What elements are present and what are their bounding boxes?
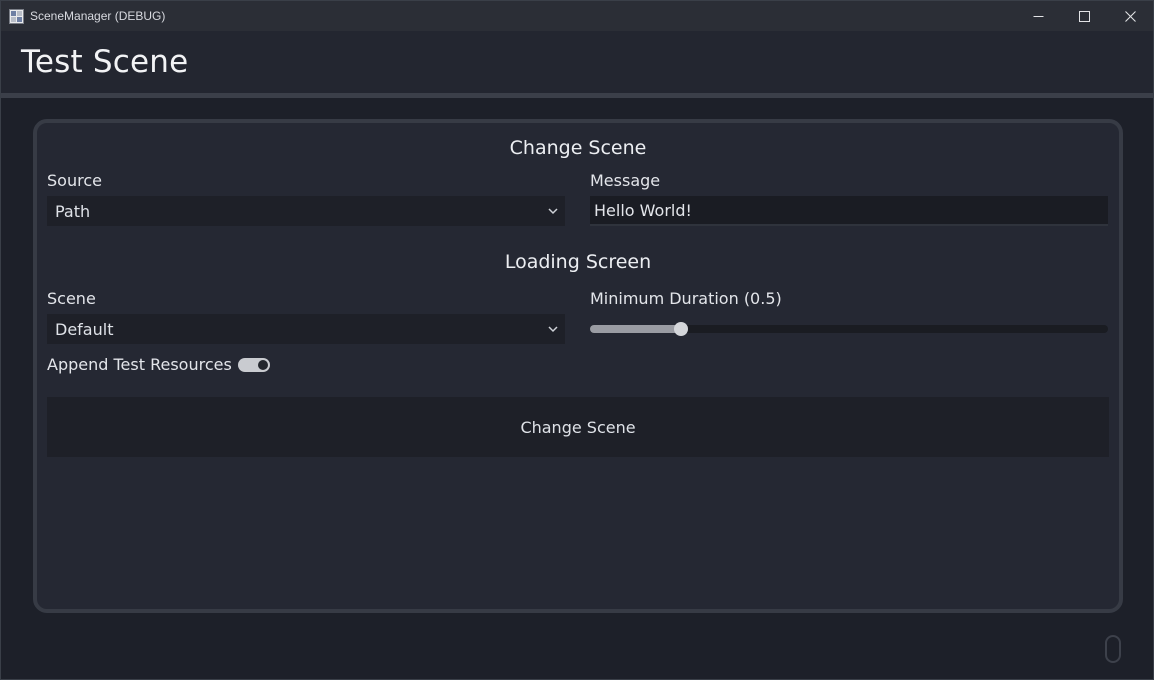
- source-label: Source: [47, 171, 102, 190]
- app-window: SceneManager (DEBUG) Test Scene Change S…: [0, 0, 1154, 680]
- close-button[interactable]: [1107, 1, 1153, 31]
- settings-panel: Change Scene Source Path Message Loading…: [33, 119, 1123, 613]
- maximize-button[interactable]: [1061, 1, 1107, 31]
- message-input[interactable]: [590, 196, 1108, 226]
- minimize-button[interactable]: [1015, 1, 1061, 31]
- close-icon: [1124, 10, 1136, 22]
- append-test-resources-label: Append Test Resources: [47, 355, 232, 374]
- maximize-icon: [1078, 10, 1090, 22]
- app-icon: [9, 8, 24, 24]
- loading-screen-heading: Loading Screen: [504, 251, 652, 273]
- scene-select-value: Default: [55, 319, 114, 339]
- window-title: SceneManager (DEBUG): [30, 9, 166, 23]
- message-label: Message: [590, 171, 661, 190]
- chevron-down-icon: [548, 208, 558, 215]
- minimum-duration-slider[interactable]: [590, 322, 1108, 336]
- toggle-knob: [258, 360, 268, 370]
- change-scene-heading: Change Scene: [509, 137, 647, 159]
- minimum-duration-label: Minimum Duration (0.5): [590, 289, 782, 308]
- slider-handle[interactable]: [673, 322, 688, 336]
- change-scene-button-label: Change Scene: [520, 417, 636, 437]
- page-title: Test Scene: [21, 44, 189, 80]
- minimize-icon: [1033, 15, 1043, 17]
- change-scene-button[interactable]: Change Scene: [47, 397, 1109, 457]
- scene-select[interactable]: Default: [47, 314, 565, 344]
- chevron-down-icon: [548, 326, 558, 333]
- slider-fill: [590, 325, 681, 333]
- scroll-indicator[interactable]: [1105, 635, 1121, 663]
- window-controls: [1015, 1, 1153, 31]
- title-bar: SceneManager (DEBUG): [1, 1, 1153, 31]
- scene-header: Test Scene: [1, 31, 1153, 93]
- source-select[interactable]: Path: [47, 196, 565, 226]
- header-divider: [1, 93, 1153, 98]
- source-select-value: Path: [55, 201, 91, 221]
- append-test-resources-toggle[interactable]: [238, 358, 270, 372]
- scene-label: Scene: [47, 289, 96, 308]
